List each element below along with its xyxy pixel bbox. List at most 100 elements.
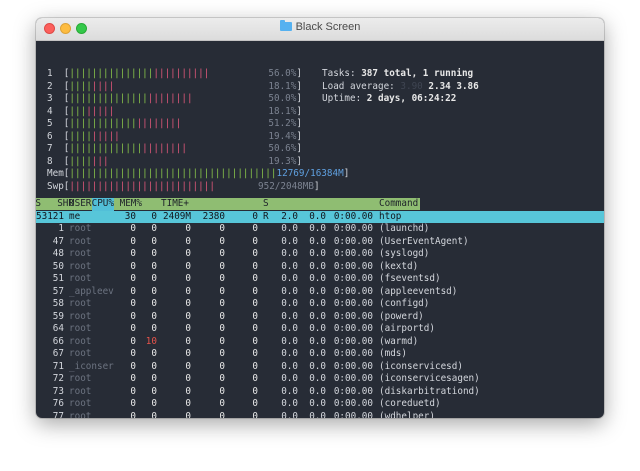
process-row[interactable]: 57 _appleev 0 0 0 0 0 0.0 0.0 0:00.00 (appleevents…: [36, 286, 604, 299]
process-row[interactable]: 67 root 0 0 0 0 0 0.0 0.0 0:00.00 (mds): [36, 348, 604, 361]
process-row[interactable]: 50 root 0 0 0 0 0 0.0 0.0 0:00.00 (kextd): [36, 261, 604, 274]
process-pri: 0: [130, 335, 136, 347]
cpu-bar-user: ||||: [69, 130, 92, 142]
process-row[interactable]: 58 root 0 0 0 0 0 0.0 0.0 0:00.00 (configd): [36, 298, 604, 311]
process-cpu: 0.0: [281, 235, 298, 247]
process-cmd: (powerd): [379, 310, 424, 322]
process-mem: 0.0: [309, 210, 326, 222]
column-header-s[interactable]: S: [263, 198, 269, 211]
cpu-bar-user: ||||||||||||||: [69, 93, 148, 104]
process-row[interactable]: 76 root 0 0 0 0 0 0.0 0.0 0:00.00 (coreduetd): [36, 398, 604, 411]
meter-bracket-open: [: [58, 118, 70, 129]
process-row[interactable]: 48 root 0 0 0 0 0 0.0 0.0 0:00.00 (syslogd): [36, 248, 604, 261]
process-row[interactable]: 53121 me 30 0 2409M 2380 0 R 2.0 0.0 0:00.00 htop: [36, 210, 604, 223]
process-virt: 0: [185, 348, 191, 359]
uptime-value: 2 days, 06:24:22: [366, 93, 457, 104]
process-shr: 0: [252, 298, 258, 309]
process-row[interactable]: 77 root 0 0 0 0 0 0.0 0.0 0:00.00 (wdhelper): [36, 411, 604, 419]
process-mem: 0.0: [309, 298, 326, 309]
process-shr: 0: [252, 360, 258, 372]
process-ni: 0: [151, 273, 157, 284]
cpu-bar-kernel: |||||: [91, 130, 120, 142]
meter-bracket-open: [: [58, 143, 70, 154]
cpu-bar-kernel: ||||||||: [147, 93, 193, 104]
cpu-bar-kernel: ||||||||: [142, 143, 187, 154]
cpu-bar-user: ||||||||||||: [69, 118, 137, 129]
process-cmd: (UserEventAgent): [379, 235, 469, 247]
meter-bracket-close: ]: [296, 80, 302, 92]
process-shr: 0: [252, 398, 258, 409]
process-ni: 0: [151, 310, 157, 322]
column-header-res[interactable]: RES: [36, 198, 41, 211]
process-row[interactable]: 1 root 0 0 0 0 0 0.0 0.0 0:00.00 (launchd): [36, 223, 604, 236]
process-row[interactable]: 51 root 0 0 0 0 0 0.0 0.0 0:00.00 (fseventsd): [36, 273, 604, 286]
process-row[interactable]: 72 root 0 0 0 0 0 0.0 0.0 0:00.00 (iconservicesage…: [36, 373, 604, 386]
process-user: root: [69, 235, 92, 247]
process-pri: 0: [130, 273, 136, 284]
column-header-cmd[interactable]: Command: [379, 198, 418, 211]
process-cpu: 2.0: [281, 210, 298, 222]
process-row[interactable]: 47 root 0 0 0 0 0 0.0 0.0 0:00.00 (UserEventAgent): [36, 236, 604, 249]
process-row[interactable]: 59 root 0 0 0 0 0 0.0 0.0 0:00.00 (powerd): [36, 311, 604, 324]
cpu-percent: 50.6%: [246, 143, 297, 154]
process-cmd: (coreduetd): [379, 398, 441, 409]
process-cmd: (wdhelper): [379, 410, 435, 419]
process-user: root: [69, 348, 92, 359]
process-shr: 0: [252, 273, 258, 284]
process-pid: 66: [52, 335, 64, 347]
process-pri: 0: [130, 298, 136, 309]
process-pri: 0: [130, 373, 136, 384]
column-header-mem[interactable]: MEM%: [120, 198, 142, 211]
process-pri: 0: [130, 410, 136, 419]
process-res: 0: [219, 248, 225, 259]
process-ni: 0: [151, 248, 157, 259]
cpu-bar-user: ||||: [69, 80, 92, 92]
process-pri: 0: [130, 235, 136, 247]
uptime-label: Uptime:: [322, 93, 362, 104]
process-user: root: [69, 373, 92, 384]
mem-bar: |||||||||||||||||||||||||||||||||||||: [69, 168, 277, 179]
process-ni: 0: [151, 360, 157, 372]
cpu-meter-value: 56.0%]: [246, 68, 302, 81]
process-virt: 0: [185, 223, 191, 234]
cpu-meter-7: 7 [|||||||||||||||||||||: [47, 143, 187, 156]
process-time: 0:00.00: [333, 410, 373, 419]
process-mem: 0.0: [309, 235, 326, 247]
process-pri: 0: [130, 260, 136, 272]
process-pri: 0: [130, 360, 136, 372]
process-row[interactable]: 66 root 0 10 0 0 0 0.0 0.0 0:00.00 (warmd): [36, 336, 604, 349]
process-ni: 0: [151, 373, 157, 384]
process-user: root: [69, 273, 92, 284]
cpu-meter-value: 19.3%]: [246, 156, 302, 169]
process-pid: 57: [52, 285, 64, 297]
cpu-meter-label: 5: [47, 118, 59, 129]
process-user: _iconser: [69, 360, 114, 372]
cpu-meter-6: 6 [|||||||||: [47, 131, 120, 144]
column-header-cpu[interactable]: CPU%: [91, 198, 114, 211]
title-bar[interactable]: Black Screen: [36, 18, 604, 41]
process-row[interactable]: 64 root 0 0 0 0 0 0.0 0.0 0:00.00 (airportd): [36, 323, 604, 336]
process-shr: 0: [252, 385, 258, 397]
process-time: 0:00.00: [333, 298, 373, 309]
process-row[interactable]: 71 _iconser 0 0 0 0 0 0.0 0.0 0:00.00 (iconservice…: [36, 361, 604, 374]
meter-bracket-close: ]: [296, 68, 302, 79]
process-virt: 0: [185, 323, 191, 334]
process-time: 0:00.00: [333, 398, 373, 409]
process-time: 0:00.00: [333, 248, 373, 259]
process-table-header[interactable]: PIDUSERPRINIVIRTRESSHRSCPU%MEM%TIME+Comm…: [36, 198, 420, 211]
column-header-shr[interactable]: SHR: [57, 198, 74, 211]
process-pid: 53121: [36, 210, 64, 222]
process-user: root: [69, 410, 92, 419]
meter-bracket-open: [: [58, 93, 70, 104]
process-virt: 0: [185, 248, 191, 259]
process-ni: 10: [145, 335, 157, 347]
process-time: 0:00.00: [333, 360, 373, 372]
cpu-percent: 51.2%: [246, 118, 297, 129]
column-header-time[interactable]: TIME+: [161, 198, 189, 211]
cpu-meter-5: 5 [||||||||||||||||||||: [47, 118, 181, 131]
cpu-meter-3: 3 [||||||||||||||||||||||: [47, 93, 193, 106]
process-ni: 0: [151, 235, 157, 247]
cpu-percent: 18.1%: [246, 105, 297, 117]
process-row[interactable]: 73 root 0 0 0 0 0 0.0 0.0 0:00.00 (diskarbitration…: [36, 386, 604, 399]
mem-label: Mem: [47, 168, 64, 179]
